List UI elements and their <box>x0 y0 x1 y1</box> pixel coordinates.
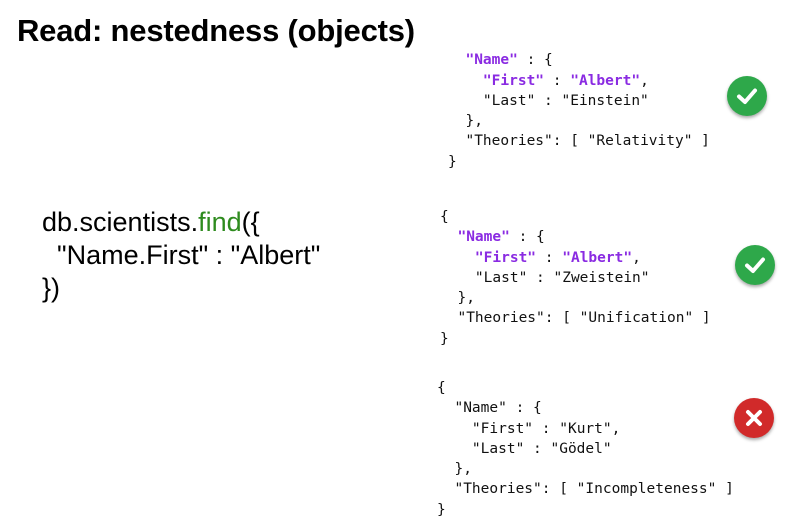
doc-name-open: : { <box>506 400 542 417</box>
match-badge <box>727 76 767 116</box>
query-prefix: db.scientists. <box>42 207 199 237</box>
doc-name-close: }, <box>457 290 475 307</box>
doc-last-line: "Last" : "Gödel" <box>471 440 612 457</box>
doc-name-key: "Name" <box>454 400 507 417</box>
no-match-badge <box>734 398 774 438</box>
doc-name-open: : { <box>517 52 553 69</box>
check-icon <box>737 88 757 104</box>
doc-open-brace: { <box>440 209 449 225</box>
doc-name-key: "Name" <box>465 52 518 69</box>
doc-first-value: "Albert" <box>570 72 641 89</box>
doc-theories-line: "Theories": [ "Incompleteness" ] <box>454 481 734 498</box>
doc-theories-line: "Theories": [ "Unification" ] <box>457 310 711 327</box>
doc-first-comma: , <box>640 72 649 89</box>
query-close: }) <box>42 273 61 303</box>
doc-first-value: "Albert" <box>562 249 633 266</box>
query-condition: "Name.First" : "Albert" <box>42 240 321 270</box>
doc-name-close: }, <box>465 113 483 130</box>
document-einstein: "Name" : { "First" : "Albert", "Last" : … <box>448 30 710 172</box>
doc-last-line: "Last" : "Einstein" <box>482 92 649 109</box>
doc-close-brace: } <box>437 501 446 518</box>
doc-sep: : <box>533 420 560 437</box>
doc-close-brace: } <box>448 153 457 170</box>
slide-title: Read: nestedness (objects) <box>17 13 415 48</box>
doc-sep: : <box>544 72 571 89</box>
doc-close-brace: } <box>440 330 449 347</box>
query-open: ({ <box>241 207 260 237</box>
doc-theories-line: "Theories": [ "Relativity" ] <box>465 133 710 150</box>
doc-sep: : <box>536 249 563 266</box>
doc-first-comma: , <box>632 249 641 266</box>
query-code: db.scientists.find({ "Name.First" : "Alb… <box>42 206 320 305</box>
cross-icon <box>746 410 762 426</box>
doc-first-value: "Kurt" <box>559 420 612 437</box>
doc-name-key: "Name" <box>457 229 510 246</box>
doc-open-brace: { <box>437 380 446 396</box>
query-function: find <box>198 207 242 237</box>
check-icon <box>745 257 765 273</box>
doc-first-key: "First" <box>482 72 545 89</box>
document-godel: { "Name" : { "First" : "Kurt", "Last" : … <box>437 378 734 520</box>
doc-last-line: "Last" : "Zweistein" <box>474 269 650 286</box>
doc-first-comma: , <box>611 420 621 437</box>
doc-name-close: }, <box>454 461 472 478</box>
match-badge <box>735 245 775 285</box>
document-zweistein: { "Name" : { "First" : "Albert", "Last" … <box>440 207 711 349</box>
doc-first-key: "First" <box>474 249 537 266</box>
doc-first-key: "First" <box>471 420 534 437</box>
doc-name-open: : { <box>509 229 545 246</box>
